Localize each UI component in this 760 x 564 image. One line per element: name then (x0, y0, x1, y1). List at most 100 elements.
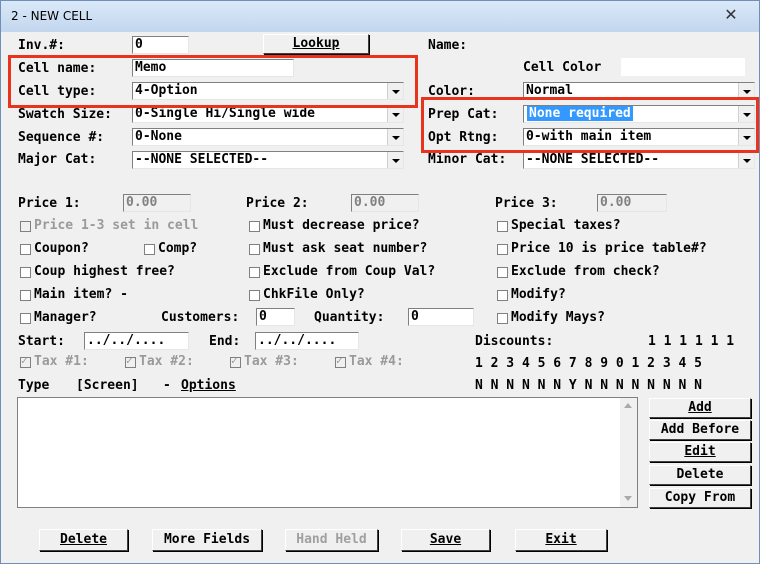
chevron-down-icon[interactable] (387, 106, 403, 122)
start-label: Start: (18, 334, 65, 349)
price10-checkbox[interactable] (497, 244, 508, 255)
manager-checkbox[interactable] (20, 313, 31, 324)
name-label: Name: (428, 38, 468, 53)
scroll-up-icon[interactable] (624, 403, 632, 408)
chkfile-label: ChkFile Only? (263, 287, 365, 302)
price10-label: Price 10 is price table#? (511, 241, 707, 256)
must-decrease-label: Must decrease price? (263, 218, 420, 233)
exclude-check-checkbox[interactable] (497, 267, 508, 278)
swatch-size-value: 0-Single Hi/Single wide (135, 106, 316, 121)
chevron-down-icon[interactable] (738, 152, 754, 168)
chkfile-checkbox[interactable] (249, 290, 260, 301)
modify-mays-label: Modify Mays? (511, 310, 605, 325)
window-title: 2 - NEW CELL (11, 9, 93, 23)
inv-label: Inv.#: (18, 38, 65, 53)
price1-label: Price 1: (18, 196, 81, 211)
major-cat-value: --NONE SELECTED-- (135, 152, 269, 167)
quantity-input[interactable]: 0 (408, 308, 474, 326)
copy-from-button[interactable]: Copy From (649, 488, 751, 508)
list-header-dash: - (163, 378, 171, 393)
lookup-button[interactable]: Lookup (263, 34, 369, 54)
main-item-label: Main item? - (34, 287, 128, 302)
exit-label: Exit (545, 532, 577, 547)
comp-label: Comp? (158, 241, 198, 256)
coupon-checkbox[interactable] (20, 244, 31, 255)
modify-mays-checkbox[interactable] (497, 313, 508, 324)
exit-button[interactable]: Exit (515, 529, 607, 551)
scroll-down-icon[interactable] (624, 496, 632, 501)
list-screen-header: [Screen] (76, 378, 139, 393)
major-cat-label: Major Cat: (18, 152, 97, 167)
customers-input[interactable]: 0 (256, 308, 295, 326)
price2-input[interactable]: 0.00 (351, 194, 419, 212)
minor-cat-value: --NONE SELECTED-- (526, 152, 660, 167)
chevron-down-icon[interactable] (387, 152, 403, 168)
list-options-text: Options (181, 378, 236, 393)
add-button[interactable]: Add (649, 398, 751, 418)
tax3-label: Tax #3: (244, 354, 299, 369)
price13-label: Price 1-3 set in cell (34, 218, 199, 233)
tax2-checkbox[interactable] (125, 354, 136, 368)
exclude-coup-label: Exclude from Coup Val? (263, 264, 436, 279)
must-decrease-checkbox[interactable] (249, 221, 260, 232)
cell-color-label: Cell Color (523, 60, 602, 75)
exclude-check-label: Exclude from check? (511, 264, 660, 279)
price3-label: Price 3: (495, 196, 558, 211)
lookup-label: Lookup (292, 36, 340, 51)
tax1-label: Tax #1: (34, 354, 89, 369)
modify-label: Modify? (511, 287, 566, 302)
inv-input[interactable]: 0 (132, 36, 189, 54)
list-options-header: Options (181, 378, 236, 394)
more-fields-button[interactable]: More Fields (152, 529, 262, 551)
edit-label: Edit (684, 444, 716, 459)
discount-flags-row: N N N N N N Y N N N N N N N N (475, 378, 702, 393)
minor-cat-label: Minor Cat: (428, 152, 507, 167)
comp-checkbox[interactable] (144, 244, 155, 255)
hand-held-button[interactable]: Hand Held (285, 529, 378, 551)
major-cat-select[interactable]: --NONE SELECTED-- (132, 151, 404, 169)
delete-list-button[interactable]: Delete (649, 465, 751, 485)
edit-button[interactable]: Edit (649, 442, 751, 462)
must-seat-checkbox[interactable] (249, 244, 260, 255)
tax1-checkbox[interactable] (20, 354, 31, 368)
new-cell-window: 2 - NEW CELL ✕ Inv.#: 0 Lookup Name: Cel… (0, 0, 760, 564)
highlight-box-prep-opt (421, 97, 759, 153)
customers-label: Customers: (161, 310, 240, 325)
discounts-label: Discounts: (475, 334, 554, 349)
save-label: Save (429, 532, 462, 547)
minor-cat-select[interactable]: --NONE SELECTED-- (523, 151, 755, 169)
delete-button[interactable]: Delete (39, 529, 128, 551)
end-label: End: (209, 334, 241, 349)
swatch-size-label: Swatch Size: (18, 107, 112, 122)
sequence-value: 0-None (135, 129, 182, 144)
close-icon[interactable]: ✕ (711, 6, 751, 24)
cell-color-input[interactable] (621, 58, 745, 76)
title-bar: 2 - NEW CELL ✕ (1, 1, 759, 32)
options-list[interactable] (17, 397, 638, 508)
tax4-checkbox[interactable] (335, 354, 346, 368)
price2-label: Price 2: (246, 196, 309, 211)
price3-input[interactable]: 0.00 (597, 194, 667, 212)
main-item-checkbox[interactable] (20, 290, 31, 301)
special-taxes-checkbox[interactable] (497, 221, 508, 232)
price13-checkbox[interactable] (20, 221, 31, 232)
quantity-label: Quantity: (314, 310, 385, 325)
coup-highest-label: Coup highest free? (34, 264, 175, 279)
chevron-down-icon[interactable] (387, 129, 403, 145)
start-date-input[interactable]: ../../.... (84, 332, 189, 350)
price1-input[interactable]: 0.00 (123, 194, 191, 212)
exclude-coup-checkbox[interactable] (249, 267, 260, 278)
sequence-select[interactable]: 0-None (132, 128, 404, 146)
coup-highest-checkbox[interactable] (20, 267, 31, 278)
highlight-box-cell-fields (8, 55, 418, 108)
tax3-checkbox[interactable] (230, 354, 241, 368)
list-scrollbar[interactable] (620, 398, 637, 507)
tax2-label: Tax #2: (139, 354, 194, 369)
save-button[interactable]: Save (401, 529, 490, 551)
modify-checkbox[interactable] (497, 290, 508, 301)
sequence-label: Sequence #: (18, 130, 105, 145)
end-date-input[interactable]: ../../.... (255, 332, 359, 350)
add-label: Add (688, 400, 712, 415)
special-taxes-label: Special taxes? (511, 218, 621, 233)
add-before-button[interactable]: Add Before (649, 420, 751, 440)
